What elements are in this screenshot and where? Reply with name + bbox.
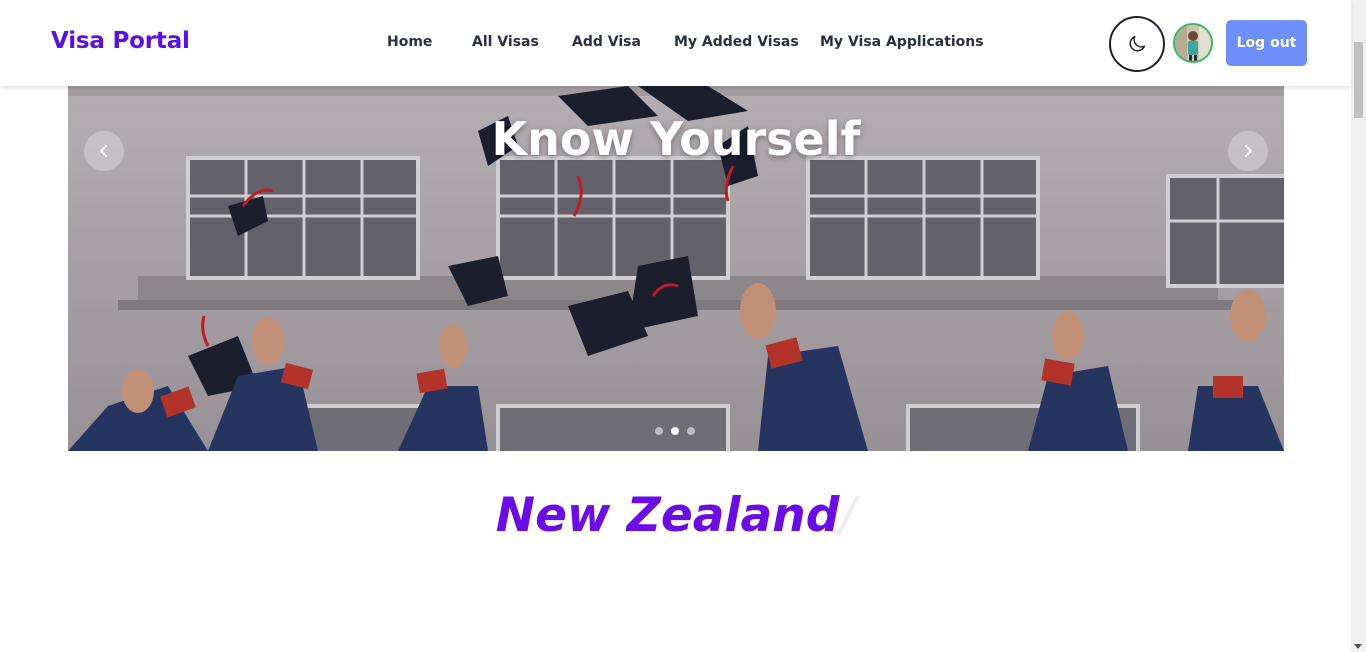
theme-toggle-button[interactable] [1109, 16, 1165, 72]
nav-add-visa[interactable]: Add Visa [572, 34, 641, 50]
scroll-down-arrow-icon[interactable] [1354, 644, 1362, 649]
page-scrollbar[interactable] [1351, 0, 1366, 652]
hero-carousel: Know Yourself [68, 86, 1284, 451]
carousel-dot-1[interactable] [655, 427, 663, 435]
chevron-left-icon [100, 145, 107, 157]
nav-my-visa-applications[interactable]: My Visa Applications [820, 34, 984, 50]
nav-home[interactable]: Home [387, 34, 432, 50]
nav-my-added-visas[interactable]: My Added Visas [674, 34, 799, 50]
scrollbar-thumb[interactable] [1354, 42, 1363, 118]
carousel-pagination [655, 427, 695, 435]
carousel-dot-3[interactable] [687, 427, 695, 435]
carousel-prev-button[interactable] [84, 131, 124, 171]
avatar-photo [1175, 25, 1211, 61]
chevron-right-icon [1245, 145, 1252, 157]
typewriter-heading: New Zealand/ [0, 488, 1351, 543]
logout-button[interactable]: Log out [1226, 20, 1307, 66]
nav-all-visas[interactable]: All Visas [472, 34, 539, 50]
slide-title: Know Yourself [491, 112, 861, 166]
brand-logo[interactable]: Visa Portal [51, 28, 190, 54]
typed-text: New Zealand [495, 488, 840, 543]
carousel-next-button[interactable] [1228, 131, 1268, 171]
typing-cursor: / [839, 488, 856, 543]
navbar: Visa Portal Home All Visas Add Visa My A… [0, 0, 1351, 86]
moon-icon [1129, 35, 1146, 52]
user-avatar[interactable] [1173, 23, 1213, 63]
carousel-dot-2[interactable] [671, 427, 679, 435]
